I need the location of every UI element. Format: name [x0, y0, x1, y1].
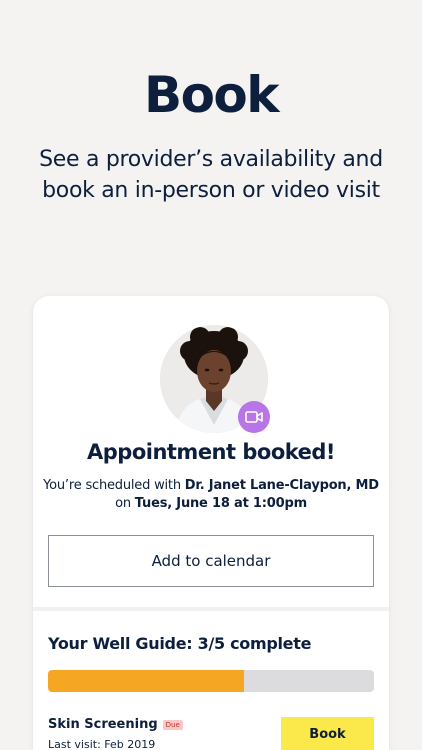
section-divider	[33, 607, 389, 611]
hero-subtitle-line1: See a provider’s availability and	[39, 147, 383, 172]
well-guide-item: Skin Screening Due	[48, 717, 183, 732]
doctor-name: Dr. Janet Lane-Claypon, MD	[184, 478, 379, 493]
appointment-booked-title: Appointment booked!	[87, 440, 336, 464]
book-button[interactable]: Book	[281, 717, 374, 750]
appointment-time-line: on Tues, June 18 at 1:00pm	[33, 496, 389, 511]
hero-subtitle-line2: book an in-person or video visit	[42, 178, 380, 203]
due-badge: Due	[162, 719, 183, 730]
appointment-card: Appointment booked! You’re scheduled wit…	[33, 296, 389, 750]
well-guide-title: Your Well Guide: 3/5 complete	[48, 634, 312, 653]
provider-avatar-wrap	[160, 325, 270, 433]
well-guide-item-name: Skin Screening	[48, 717, 158, 732]
scheduled-with-prefix: You’re scheduled with	[43, 478, 185, 493]
well-guide-progress-bar	[48, 670, 374, 692]
appointment-time-prefix: on	[115, 496, 135, 511]
scheduled-with-line: You’re scheduled with Dr. Janet Lane-Cla…	[33, 478, 389, 493]
hero-subtitle: See a provider’s availability and book a…	[0, 144, 422, 206]
hero-title: Book	[143, 66, 280, 124]
video-camera-icon	[245, 411, 263, 423]
well-guide-progress-fill	[48, 670, 244, 692]
add-to-calendar-button[interactable]: Add to calendar	[48, 535, 374, 587]
appointment-datetime: Tues, June 18 at 1:00pm	[134, 496, 307, 511]
last-visit-text: Last visit: Feb 2019	[48, 738, 156, 750]
video-visit-badge	[238, 401, 270, 433]
